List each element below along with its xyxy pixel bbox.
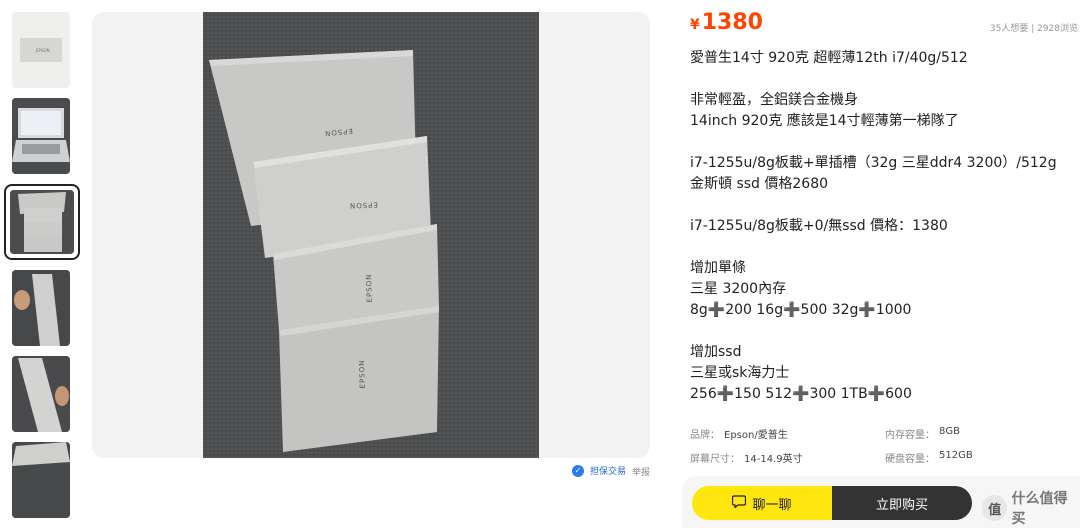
thumbnail-laptop-edge[interactable] xyxy=(12,442,70,518)
description-line: 8g➕200 16g➕500 32g➕1000 xyxy=(690,302,912,318)
description-line: 愛普生14寸 920克 超輕薄12th i7/40g/512 xyxy=(690,50,968,66)
thumbnail-laptop-hand[interactable] xyxy=(12,356,70,432)
thumbnail-stacked-laptops[interactable] xyxy=(4,184,80,260)
currency-symbol: ¥ xyxy=(690,17,700,33)
listing-stats: 35人想要 | 2928浏览 xyxy=(989,24,1078,34)
description-line: 三星或sk海力士 xyxy=(690,365,790,381)
spec-memory: 内存容量： 8GB xyxy=(885,425,960,441)
thumbnail-laptop-open[interactable] xyxy=(12,98,70,174)
chat-button-label: 聊一聊 xyxy=(752,497,792,513)
watermark: 值 什么值得买 xyxy=(982,488,1080,528)
price-value: 1380 xyxy=(701,10,763,35)
report-link[interactable]: 举报 xyxy=(632,465,650,478)
thumbnail-laptop-closed[interactable]: EPSON xyxy=(12,12,70,88)
chat-button[interactable]: 聊一聊 xyxy=(692,486,832,520)
epson-logo: EPSON xyxy=(348,200,378,210)
action-bar: 聊一聊 立即购买 值 什么值得买 xyxy=(682,476,1080,528)
spec-screen: 屏幕尺寸： 14-14.9英寸 xyxy=(690,453,803,465)
listing-description: 愛普生14寸 920克 超輕薄12th i7/40g/512 非常輕盈，全鋁鎂合… xyxy=(690,48,1070,405)
buy-now-button[interactable]: 立即购买 xyxy=(832,486,972,520)
description-line: 14inch 920克 應該是14寸輕薄第一梯隊了 xyxy=(690,113,959,129)
buy-now-label: 立即购买 xyxy=(875,497,928,513)
watermark-text: 什么值得买 xyxy=(1011,491,1068,527)
chat-bubble-icon xyxy=(732,494,747,512)
svg-text:EPSON: EPSON xyxy=(36,48,50,53)
description-line: 非常輕盈，全鋁鎂合金機身 xyxy=(690,92,858,108)
main-photo-area: EPSON EPSON EPSON EPSON xyxy=(92,12,650,458)
epson-logo: EPSON xyxy=(357,359,367,389)
description-line: 增加單條 xyxy=(690,260,746,276)
description-line: 256➕150 512➕300 1TB➕600 xyxy=(690,386,912,402)
shield-check-icon: ✓ xyxy=(572,464,584,477)
thumbnail-laptop-side[interactable] xyxy=(12,270,70,346)
thumbnail-list: EPSON xyxy=(0,0,82,528)
epson-logo: EPSON xyxy=(364,273,374,303)
description-line: 增加ssd xyxy=(690,344,742,360)
listing-info: ¥ 1380 35人想要 | 2928浏览 愛普生14寸 920克 超輕薄12t… xyxy=(690,0,1080,528)
guaranteed-trade-label: 担保交易 xyxy=(590,467,627,477)
guaranteed-trade-link[interactable]: ✓ 担保交易 xyxy=(572,464,626,477)
product-photo[interactable]: EPSON EPSON EPSON EPSON xyxy=(203,12,539,458)
description-line: 三星 3200內存 xyxy=(690,281,787,297)
description-line: i7-1255u/8g板載+單插槽（32g 三星ddr4 3200）/512g … xyxy=(690,155,1057,192)
spec-table: 品牌： Epson/愛普生 内存容量： 8GB 屏幕尺寸： 14-14.9英寸 … xyxy=(690,421,1080,469)
price: ¥ 1380 xyxy=(690,10,763,35)
watermark-badge: 值 xyxy=(982,495,1008,521)
description-line: i7-1255u/8g板載+0/無ssd 價格：1380 xyxy=(690,218,948,234)
spec-brand: 品牌： Epson/愛普生 xyxy=(690,429,788,441)
spec-disk: 硬盘容量： 512GB xyxy=(885,449,973,465)
